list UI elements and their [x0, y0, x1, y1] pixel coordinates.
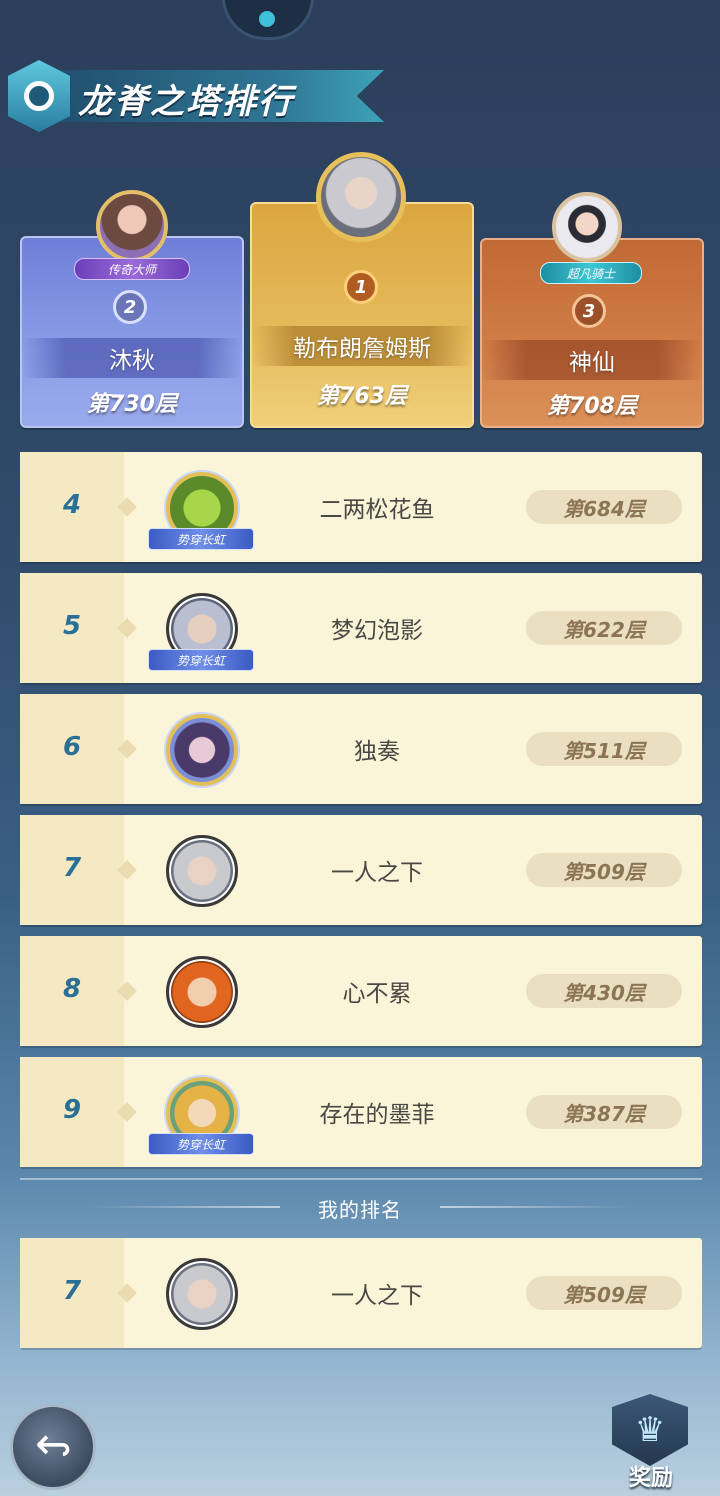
list-item[interactable]: 7 一人之下 第509层	[20, 815, 702, 925]
player-title-badge: 超凡骑士	[540, 262, 642, 284]
avatar[interactable]	[166, 956, 238, 1028]
ornament-gem	[259, 11, 275, 27]
rank-number: 5	[62, 611, 82, 641]
avatar[interactable]	[316, 152, 406, 242]
floor-value: 第387层	[526, 1095, 682, 1129]
player-name: 梦幻泡影	[331, 618, 423, 644]
my-rank-heading: 我的排名	[318, 1198, 402, 1222]
list-item[interactable]: 9 势穿长虹 存在的墨菲 第387层	[20, 1057, 702, 1167]
list-item[interactable]: 5 势穿长虹 梦幻泡影 第622层	[20, 573, 702, 683]
player-name: 二两松花鱼	[319, 497, 435, 523]
podium-name: 沐秋	[22, 338, 242, 378]
title-banner: 龙脊之塔排行	[6, 60, 386, 132]
rank-medal-icon: 2	[113, 290, 147, 324]
back-arrow-icon: ↪	[34, 1419, 72, 1471]
avatar[interactable]	[166, 1258, 238, 1330]
rank-number: 7	[62, 853, 82, 883]
podium-name: 勒布朗詹姆斯	[252, 326, 472, 366]
player-title-badge: 传奇大师	[74, 258, 190, 280]
rank-number: 4	[62, 490, 82, 520]
rank-medal-icon: 1	[344, 270, 378, 304]
honor-badge: 势穿长虹	[148, 649, 254, 671]
my-rank-row[interactable]: 7 一人之下 第509层	[20, 1238, 702, 1348]
podium-name: 神仙	[482, 340, 702, 380]
floor-value: 第622层	[526, 611, 682, 645]
reward-label: 奖励	[628, 1466, 673, 1491]
player-name: 一人之下	[331, 1283, 423, 1309]
floor-value: 第511层	[526, 732, 682, 766]
podium-floor: 第763层	[317, 384, 407, 409]
podium-floor: 第730层	[87, 392, 177, 417]
avatar[interactable]	[96, 190, 168, 262]
rank-number: 7	[62, 1276, 82, 1306]
rank-number: 9	[62, 1095, 82, 1125]
back-button[interactable]: ↪	[10, 1404, 96, 1490]
list-item[interactable]: 6 独奏 第511层	[20, 694, 702, 804]
player-name: 一人之下	[331, 860, 423, 886]
divider	[20, 1178, 702, 1180]
reward-shield: ♛	[612, 1394, 688, 1466]
floor-value: 第430层	[526, 974, 682, 1008]
floor-value: 第509层	[526, 1276, 682, 1310]
player-name: 存在的墨菲	[319, 1102, 435, 1128]
list-item[interactable]: 8 心不累 第430层	[20, 936, 702, 1046]
page-title: 龙脊之塔排行	[78, 82, 294, 122]
avatar[interactable]	[166, 714, 238, 786]
top-ornament	[222, 0, 314, 40]
honor-badge: 势穿长虹	[148, 1133, 254, 1155]
player-name: 独奏	[354, 739, 400, 765]
rank-number: 8	[62, 974, 82, 1004]
crown-icon: ♛	[634, 1410, 666, 1450]
avatar[interactable]	[166, 835, 238, 907]
list-item[interactable]: 4 势穿长虹 二两松花鱼 第684层	[20, 452, 702, 562]
floor-value: 第684层	[526, 490, 682, 524]
avatar[interactable]	[552, 192, 622, 262]
player-name: 心不累	[342, 981, 412, 1007]
floor-value: 第509层	[526, 853, 682, 887]
reward-button[interactable]: ♛ 奖励	[610, 1394, 692, 1491]
honor-badge: 势穿长虹	[148, 528, 254, 550]
rank-medal-icon: 3	[572, 294, 606, 328]
rank-number: 6	[62, 732, 82, 762]
podium-floor: 第708层	[547, 394, 637, 419]
